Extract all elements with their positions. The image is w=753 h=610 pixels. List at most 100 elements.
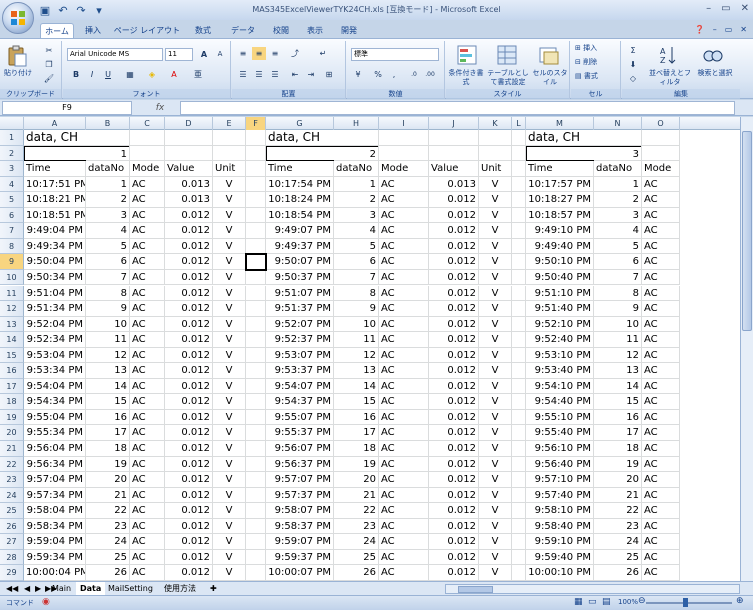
macro-record-icon[interactable]: ◉	[42, 597, 50, 607]
cell-j3[interactable]: Value	[429, 161, 479, 177]
cell-m22[interactable]: 9:56:40 PM	[526, 456, 594, 473]
row-header[interactable]: 9	[0, 254, 24, 270]
currency-icon[interactable]: ¥	[351, 68, 365, 81]
format-painter-icon[interactable]: 🖌	[42, 72, 56, 85]
cell-i24[interactable]: AC	[379, 487, 429, 504]
cell-f18[interactable]	[246, 394, 266, 410]
zoom-in-icon[interactable]: ⊕	[736, 596, 744, 606]
cell-a21[interactable]: 9:56:04 PM	[24, 441, 86, 457]
cell-c20[interactable]: AC	[130, 425, 165, 441]
cell-f2[interactable]	[246, 145, 266, 162]
cell-e11[interactable]: V	[213, 285, 246, 301]
cell-h22[interactable]: 19	[334, 456, 379, 473]
cell-n4[interactable]: 1	[594, 176, 642, 193]
cell-m21[interactable]: 9:56:10 PM	[526, 441, 594, 457]
cell-m9[interactable]: 9:50:10 PM	[526, 254, 594, 270]
cell-m25[interactable]: 9:58:10 PM	[526, 503, 594, 519]
cell-m28[interactable]: 9:59:40 PM	[526, 549, 594, 566]
cell-l12[interactable]	[512, 301, 526, 317]
cell-b18[interactable]: 15	[86, 394, 130, 410]
cell-d20[interactable]: 0.012	[165, 425, 213, 441]
cell-l7[interactable]	[512, 223, 526, 239]
cell-d7[interactable]: 0.012	[165, 223, 213, 239]
row-header[interactable]: 22	[0, 456, 24, 473]
cell-a15[interactable]: 9:53:04 PM	[24, 347, 86, 364]
cell-n16[interactable]: 13	[594, 363, 642, 379]
indent-increase-icon[interactable]: ⇥	[304, 68, 318, 81]
cell-j26[interactable]: 0.012	[429, 518, 479, 535]
cell-i19[interactable]: AC	[379, 409, 429, 426]
cell-n6[interactable]: 3	[594, 207, 642, 224]
cell-d21[interactable]: 0.012	[165, 441, 213, 457]
cell-d4[interactable]: 0.013	[165, 176, 213, 193]
cell-d10[interactable]: 0.012	[165, 269, 213, 286]
percent-icon[interactable]: %	[371, 68, 385, 81]
cell-c10[interactable]: AC	[130, 269, 165, 286]
cell-k1[interactable]	[479, 130, 512, 146]
cell-m19[interactable]: 9:55:10 PM	[526, 409, 594, 426]
cell-c27[interactable]: AC	[130, 534, 165, 550]
cell-l23[interactable]	[512, 472, 526, 488]
cell-j22[interactable]: 0.012	[429, 456, 479, 473]
cell-l2[interactable]	[512, 145, 526, 162]
view-page-break-icon[interactable]: ▤	[602, 597, 611, 607]
cell-l6[interactable]	[512, 207, 526, 224]
cell-o25[interactable]: AC	[642, 503, 680, 519]
cell-j15[interactable]: 0.012	[429, 347, 479, 364]
cell-i28[interactable]: AC	[379, 549, 429, 566]
cell-a14[interactable]: 9:52:34 PM	[24, 332, 86, 348]
row-header[interactable]: 17	[0, 378, 24, 395]
tab-formulas[interactable]: 数式	[188, 23, 218, 38]
cell-e21[interactable]: V	[213, 441, 246, 457]
cell-f15[interactable]	[246, 347, 266, 364]
cell-e18[interactable]: V	[213, 394, 246, 410]
cell-d23[interactable]: 0.012	[165, 472, 213, 488]
cell-d6[interactable]: 0.012	[165, 207, 213, 224]
cell-j5[interactable]: 0.012	[429, 192, 479, 208]
row-header[interactable]: 21	[0, 441, 24, 457]
cell-o5[interactable]: AC	[642, 192, 680, 208]
cell-b6[interactable]: 3	[86, 207, 130, 224]
cell-l19[interactable]	[512, 409, 526, 426]
cell-b9[interactable]: 6	[86, 254, 130, 270]
cell-o21[interactable]: AC	[642, 441, 680, 457]
comma-icon[interactable]: ,	[387, 68, 401, 81]
cell-o29[interactable]: AC	[642, 565, 680, 581]
cell-c4[interactable]: AC	[130, 176, 165, 193]
cell-i22[interactable]: AC	[379, 456, 429, 473]
cell-a6[interactable]: 10:18:51 PM	[24, 207, 86, 224]
cell-b8[interactable]: 5	[86, 238, 130, 255]
column-header-n[interactable]: N	[594, 117, 642, 130]
cell-m29[interactable]: 10:00:10 PM	[526, 565, 594, 581]
cell-j14[interactable]: 0.012	[429, 332, 479, 348]
cell-n1[interactable]	[594, 130, 642, 146]
cell-c15[interactable]: AC	[130, 347, 165, 364]
cell-l25[interactable]	[512, 503, 526, 519]
border-icon[interactable]: ▦	[123, 68, 137, 81]
cell-k23[interactable]: V	[479, 472, 512, 488]
cell-n19[interactable]: 16	[594, 409, 642, 426]
cell-b5[interactable]: 2	[86, 192, 130, 208]
paste-button[interactable]: 貼り付け	[2, 69, 34, 78]
cell-b11[interactable]: 8	[86, 285, 130, 301]
cell-b3[interactable]: dataNo	[86, 161, 130, 177]
cell-j24[interactable]: 0.012	[429, 487, 479, 504]
cell-c13[interactable]: AC	[130, 316, 165, 333]
find-select-button[interactable]: 検索と選択	[694, 69, 736, 78]
align-right-icon[interactable]: ☰	[268, 68, 282, 81]
cell-f22[interactable]	[246, 456, 266, 473]
cell-d13[interactable]: 0.012	[165, 316, 213, 333]
row-header[interactable]: 24	[0, 487, 24, 504]
cell-e28[interactable]: V	[213, 549, 246, 566]
cell-f7[interactable]	[246, 223, 266, 239]
restore-icon[interactable]: ▭	[721, 3, 730, 14]
cell-f13[interactable]	[246, 316, 266, 333]
cell-e7[interactable]: V	[213, 223, 246, 239]
cell-h12[interactable]: 9	[334, 301, 379, 317]
cell-n27[interactable]: 24	[594, 534, 642, 550]
cell-f1[interactable]	[246, 130, 266, 146]
cell-o10[interactable]: AC	[642, 269, 680, 286]
italic-button[interactable]: I	[85, 68, 99, 81]
cell-e14[interactable]: V	[213, 332, 246, 348]
row-header[interactable]: 8	[0, 238, 24, 255]
